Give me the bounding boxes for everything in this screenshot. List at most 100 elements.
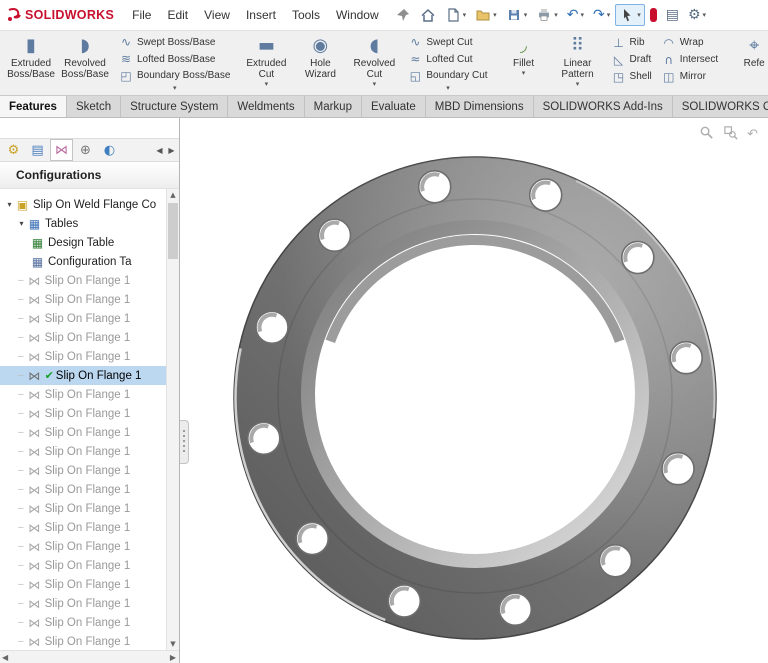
config-row-8[interactable]: –⋈Slip On Flange 1 [0,404,167,423]
red-marker-icon[interactable] [646,5,661,25]
horizontal-scrollbar[interactable]: ◀ ▶ [0,650,179,663]
dropdown-caret-icon[interactable]: ▾ [463,11,467,19]
ribbon-boundary-cut[interactable]: ◱Boundary Cut [405,67,490,84]
ribbon-swept-boss-base[interactable]: ∿Swept Boss/Base [116,34,233,51]
config-row-15[interactable]: –⋈Slip On Flange 1 [0,537,167,556]
ribbon-refe[interactable]: ⌖Refe [727,34,768,93]
ribbon-rib[interactable]: ⊥Rib [609,34,655,51]
ribbon-extruded-cut[interactable]: ▬ExtrudedCut▾ [239,34,293,93]
config-row-16[interactable]: –⋈Slip On Flange 1 [0,556,167,575]
ribbon-revolved-cut[interactable]: ◖RevolvedCut▾ [347,34,401,93]
tab-sketch[interactable]: Sketch [67,96,121,117]
select-icon[interactable]: ▾ [615,4,645,26]
zoom-area-icon[interactable] [723,125,738,145]
dropdown-caret-icon[interactable]: ▾ [607,11,611,19]
ribbon-lofted-cut[interactable]: ≈Lofted Cut [405,51,490,68]
dropdown-caret-icon[interactable]: ▾ [265,80,269,89]
undo-icon[interactable]: ↶▾ [563,4,588,26]
options-icon[interactable]: ⚙▾ [684,4,710,26]
menu-file[interactable]: File [124,3,159,27]
menu-edit[interactable]: Edit [159,3,196,27]
panel-tabs-scroll-right-icon[interactable]: ▶ [166,146,177,155]
config-row-10[interactable]: –⋈Slip On Flange 1 [0,442,167,461]
configurationmanager-tab-icon[interactable]: ⋈ [50,139,73,161]
ribbon-boundary-boss-base[interactable]: ◰Boundary Boss/Base [116,67,233,84]
tree-root[interactable]: ▾▣Slip On Weld Flange Co [0,195,167,214]
pin-icon[interactable] [391,4,415,26]
config-row-17[interactable]: –⋈Slip On Flange 1 [0,575,167,594]
config-row-18[interactable]: –⋈Slip On Flange 1 [0,594,167,613]
config-row-14[interactable]: –⋈Slip On Flange 1 [0,518,167,537]
config-row-20[interactable]: –⋈Slip On Flange 1 [0,632,167,650]
scroll-right-icon[interactable]: ▶ [170,653,176,662]
config-row-6[interactable]: –⋈✔Slip On Flange 1 [0,366,167,385]
dimxpertmanager-tab-icon[interactable]: ⊕ [74,139,97,161]
vertical-scrollbar[interactable]: ▲ ▼ [166,189,179,650]
dropdown-caret-icon[interactable]: ▾ [637,11,641,19]
dropdown-caret-icon[interactable]: ▾ [373,80,377,89]
menu-window[interactable]: Window [328,3,387,27]
config-row-3[interactable]: –⋈Slip On Flange 1 [0,309,167,328]
scrollbar-thumb[interactable] [168,203,178,259]
tab-markup[interactable]: Markup [305,96,362,117]
tab-evaluate[interactable]: Evaluate [362,96,426,117]
tab-mbd-dimensions[interactable]: MBD Dimensions [426,96,534,117]
config-row-13[interactable]: –⋈Slip On Flange 1 [0,499,167,518]
tab-structure-system[interactable]: Structure System [121,96,228,117]
dropdown-caret-icon[interactable]: ▾ [576,80,580,89]
displaymanager-tab-icon[interactable]: ◐ [98,139,121,161]
open-icon[interactable]: ▾ [471,4,501,26]
tab-features[interactable]: Features [0,96,67,117]
print-icon[interactable]: ▾ [532,4,562,26]
ribbon-extruded-boss-base[interactable]: ▮ExtrudedBoss/Base [4,34,58,93]
ribbon-wrap[interactable]: ◠Wrap [659,34,721,51]
save-icon[interactable]: ▾ [502,4,532,26]
dropdown-caret-icon[interactable]: ▾ [116,84,233,93]
ribbon-linear-pattern[interactable]: ⠿LinearPattern▾ [551,34,605,93]
config-row-9[interactable]: –⋈Slip On Flange 1 [0,423,167,442]
previous-view-icon[interactable]: ↶ [747,125,758,145]
config-row-11[interactable]: –⋈Slip On Flange 1 [0,461,167,480]
ribbon-lofted-boss-base[interactable]: ≋Lofted Boss/Base [116,51,233,68]
tree-tables-folder[interactable]: ▾▦Tables [0,214,167,233]
flange-model[interactable] [181,118,768,663]
dropdown-caret-icon[interactable]: ▾ [524,11,528,19]
scroll-up-icon[interactable]: ▲ [167,189,179,201]
featuremanager-tab-icon[interactable]: ⚙ [2,139,25,161]
ribbon-hole-wizard[interactable]: ◉HoleWizard [293,34,347,93]
display-settings-icon[interactable]: ▤ [662,4,683,26]
dropdown-caret-icon[interactable]: ▾ [405,84,490,93]
ribbon-mirror[interactable]: ◫Mirror [659,68,721,85]
ribbon-draft[interactable]: ◺Draft [609,51,655,68]
menu-tools[interactable]: Tools [284,3,328,27]
ribbon-shell[interactable]: ◳Shell [609,68,655,85]
scroll-left-icon[interactable]: ◀ [2,653,8,662]
propertymanager-tab-icon[interactable]: ▤ [26,139,49,161]
menu-view[interactable]: View [196,3,238,27]
config-row-1[interactable]: –⋈Slip On Flange 1 [0,271,167,290]
graphics-area[interactable]: ↶ [181,118,768,663]
redo-icon[interactable]: ↷▾ [589,4,614,26]
config-row-7[interactable]: –⋈Slip On Flange 1 [0,385,167,404]
dropdown-caret-icon[interactable]: ▾ [493,11,497,19]
panel-splitter-handle[interactable] [180,420,189,464]
tree-item-configuration-ta[interactable]: ▦Configuration Ta [0,252,167,271]
tab-weldments[interactable]: Weldments [228,96,304,117]
dropdown-caret-icon[interactable]: ▾ [580,11,584,19]
config-row-12[interactable]: –⋈Slip On Flange 1 [0,480,167,499]
config-row-5[interactable]: –⋈Slip On Flange 1 [0,347,167,366]
magnifier-icon[interactable] [699,125,714,145]
dropdown-caret-icon[interactable]: ▾ [554,11,558,19]
menu-insert[interactable]: Insert [238,3,284,27]
tree-item-design-table[interactable]: ▦Design Table [0,233,167,252]
config-row-4[interactable]: –⋈Slip On Flange 1 [0,328,167,347]
dropdown-caret-icon[interactable]: ▾ [703,11,707,19]
ribbon-intersect[interactable]: ∩Intersect [659,51,721,68]
tab-solidworks-add-ins[interactable]: SOLIDWORKS Add-Ins [534,96,673,117]
scroll-down-icon[interactable]: ▼ [167,638,179,650]
config-row-19[interactable]: –⋈Slip On Flange 1 [0,613,167,632]
tab-solidworks-cam[interactable]: SOLIDWORKS CAM [673,96,768,117]
ribbon-swept-cut[interactable]: ∿Swept Cut [405,34,490,51]
dropdown-caret-icon[interactable]: ▾ [522,69,526,78]
new-document-icon[interactable]: ▾ [441,4,471,26]
